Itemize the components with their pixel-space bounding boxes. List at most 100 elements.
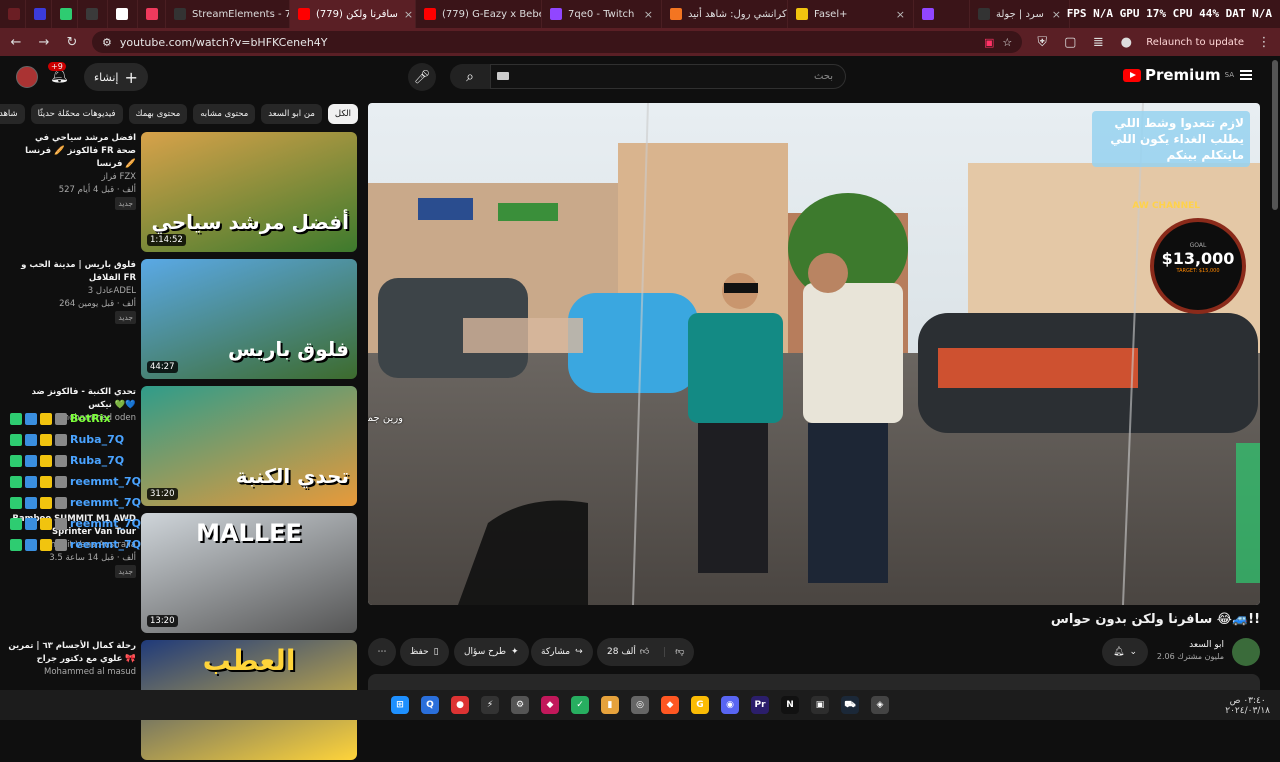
filter-chip[interactable]: شاهدتها xyxy=(0,104,25,124)
stream-caption: لازم تتعدوا وشط اللي يطلب الغداء يكون ال… xyxy=(1092,111,1250,167)
taskbar-app-icon[interactable]: ◉ xyxy=(721,696,739,714)
video-thumbnail[interactable]: فلوق باريس 44:27 xyxy=(141,259,357,379)
dislike-button[interactable]: 👎︎ xyxy=(664,647,694,657)
close-tab-icon[interactable]: × xyxy=(896,8,905,21)
share-button[interactable]: مشاركة ↪ xyxy=(531,638,593,666)
taskbar-app-icon[interactable]: ⚡ xyxy=(481,696,499,714)
shield-icon[interactable]: ⛨ xyxy=(1034,35,1050,50)
browser-tab[interactable]: كرانشي رول: شاهد أنيد× xyxy=(662,0,788,28)
taskbar-app-icon[interactable]: ▮ xyxy=(601,696,619,714)
back-icon[interactable]: ← xyxy=(8,35,24,50)
taskbar-app-icon[interactable]: ◆ xyxy=(661,696,679,714)
chat-badge-icon xyxy=(10,475,22,488)
channel-avatar[interactable] xyxy=(1232,638,1260,666)
taskbar-app-icon[interactable]: ⛟ xyxy=(841,696,859,714)
taskbar-app-icon[interactable]: ⚙ xyxy=(511,696,529,714)
browser-tab[interactable] xyxy=(78,0,108,28)
tab-favicon-icon xyxy=(670,8,682,20)
recommendation-item[interactable]: فلوق باريس 44:27 فلوق باريس | مدينة الحب و… xyxy=(0,259,358,381)
video-thumbnail[interactable]: تحدي الكنبة 31:20 xyxy=(141,386,357,506)
subscribe-button[interactable]: 🔔︎ ⌄ xyxy=(1102,638,1148,666)
taskbar-app-icon[interactable]: G xyxy=(691,696,709,714)
keyboard-icon[interactable] xyxy=(497,72,509,80)
browser-tab[interactable] xyxy=(52,0,78,28)
extensions-icon[interactable]: ▢ xyxy=(1062,35,1078,50)
ask-button[interactable]: طرح سؤال ✦ xyxy=(454,638,529,666)
bookmark-star-icon[interactable]: ☆ xyxy=(1002,36,1012,49)
like-button[interactable]: 28 ألف 👍︎ xyxy=(597,647,659,657)
create-button[interactable]: إنشاء + xyxy=(84,63,148,91)
site-info-icon[interactable]: ⚙ xyxy=(102,36,112,49)
filter-chip[interactable]: الكل xyxy=(327,104,358,124)
browser-tab[interactable] xyxy=(0,0,26,28)
system-clock[interactable]: ٠٣:٤٠ ص ٢٠٢٤/٠٣/١٨ xyxy=(1225,696,1270,716)
page-scrollbar[interactable] xyxy=(1272,60,1278,210)
recommendation-item[interactable]: أفضل مرشد سياحي 1:14:52 افضل مرشد سياحي في… xyxy=(0,132,358,254)
close-tab-icon[interactable]: × xyxy=(1052,8,1061,21)
chat-username: reemmt_7Q xyxy=(70,496,142,509)
browser-tab[interactable] xyxy=(914,0,970,28)
browser-tab[interactable] xyxy=(26,0,52,28)
filter-chip[interactable]: محتوى بهمك xyxy=(128,104,188,124)
taskbar-app-icon[interactable]: Pr xyxy=(751,696,769,714)
taskbar-app-icon[interactable]: ▣ xyxy=(811,696,829,714)
filter-chip[interactable]: محتوى مشابه xyxy=(193,104,256,124)
youtube-logo[interactable]: Premium SA xyxy=(1122,66,1234,84)
browser-tab[interactable]: (779) G-Eazy x Bebe R× xyxy=(416,0,542,28)
search-button[interactable]: ⌕ xyxy=(450,64,490,89)
browser-tab[interactable]: 7qe0 - Twitch × xyxy=(542,0,662,28)
address-bar[interactable]: ⚙ youtube.com/watch?v=bHFKCeneh4Y ▣ ☆ xyxy=(92,31,1023,53)
taskbar-app-icon[interactable]: ⊞ xyxy=(391,696,409,714)
hamburger-menu-icon[interactable] xyxy=(1240,70,1252,80)
more-actions-button[interactable]: ⋯ xyxy=(368,638,396,666)
plus-icon: + xyxy=(124,67,138,87)
avatar[interactable] xyxy=(16,66,38,88)
filter-chip[interactable]: من ابو السعد xyxy=(261,104,322,124)
browser-tab[interactable]: StreamElements - 7q× xyxy=(166,0,290,28)
taskbar-app-icon[interactable]: ● xyxy=(451,696,469,714)
profile-icon[interactable]: ● xyxy=(1118,35,1134,50)
taskbar-app-icon[interactable]: ◈ xyxy=(871,696,889,714)
save-button[interactable]: حفظ ▯ xyxy=(400,638,449,666)
taskbar-app-icon[interactable]: ◆ xyxy=(541,696,559,714)
chat-username: reemmt_7Q xyxy=(70,517,142,530)
taskbar-app-icon[interactable]: N xyxy=(781,696,799,714)
browser-tab[interactable]: (779) سافرنا ولكن × xyxy=(290,0,416,28)
thumbs-down-icon: 👎︎ xyxy=(675,647,685,657)
notifications-button[interactable]: 🔔︎ +9 xyxy=(48,62,69,84)
like-dislike-group: 28 ألف 👍︎ 👎︎ xyxy=(597,638,695,666)
url-text: youtube.com/watch?v=bHFKCeneh4Y xyxy=(119,35,328,49)
extension-icon[interactable]: ▣ xyxy=(984,36,994,49)
duration-badge: 31:20 xyxy=(147,488,178,500)
browser-tab[interactable] xyxy=(108,0,138,28)
filter-chip[interactable]: فيديوهات محمّلة حديثًا xyxy=(30,104,123,124)
relaunch-button[interactable]: Relaunch to update xyxy=(1146,37,1244,48)
voice-search-button[interactable]: 🎤︎ xyxy=(408,63,436,91)
browser-tab[interactable]: Fasel+ × xyxy=(788,0,914,28)
close-tab-icon[interactable]: × xyxy=(404,8,413,21)
chat-message: reemmt_7Q xyxy=(10,471,150,492)
forward-icon[interactable]: → xyxy=(36,35,52,50)
browser-tab[interactable]: سرد | جولة × xyxy=(970,0,1070,28)
chat-badge-icon xyxy=(55,475,67,488)
stream-chat-overlay: BotRix Ruba_7Q Ruba_7Q reemmt_7Q reemmt_7Q re… xyxy=(10,408,150,555)
tab-title: سرد | جولة xyxy=(996,8,1044,20)
taskbar-app-icon[interactable]: ◎ xyxy=(631,696,649,714)
video-thumbnail[interactable]: أفضل مرشد سياحي 1:14:52 xyxy=(141,132,357,252)
browser-tab[interactable] xyxy=(138,0,166,28)
tab-favicon-icon xyxy=(116,8,128,20)
close-tab-icon[interactable]: × xyxy=(644,8,653,21)
reload-icon[interactable]: ↻ xyxy=(64,35,80,50)
more-menu-icon[interactable]: ⋮ xyxy=(1256,35,1272,50)
description-box[interactable] xyxy=(368,674,1260,690)
video-thumbnail[interactable]: MALLEE 13:20 xyxy=(141,513,357,633)
media-icon[interactable]: ≣ xyxy=(1090,35,1106,50)
video-player[interactable]: لازم تتعدوا وشط اللي يطلب الغداء يكون ال… xyxy=(368,103,1260,605)
channel-name[interactable]: ابو السعد xyxy=(1157,639,1224,651)
taskbar-app-icon[interactable]: ✓ xyxy=(571,696,589,714)
taskbar-app-icon[interactable]: Q xyxy=(421,696,439,714)
search-input[interactable]: بحث xyxy=(490,64,846,89)
rec-meta: 264 ألف · قبل يومين xyxy=(59,299,136,309)
duration-badge: 1:14:52 xyxy=(147,234,186,246)
tab-favicon-icon xyxy=(298,8,310,20)
